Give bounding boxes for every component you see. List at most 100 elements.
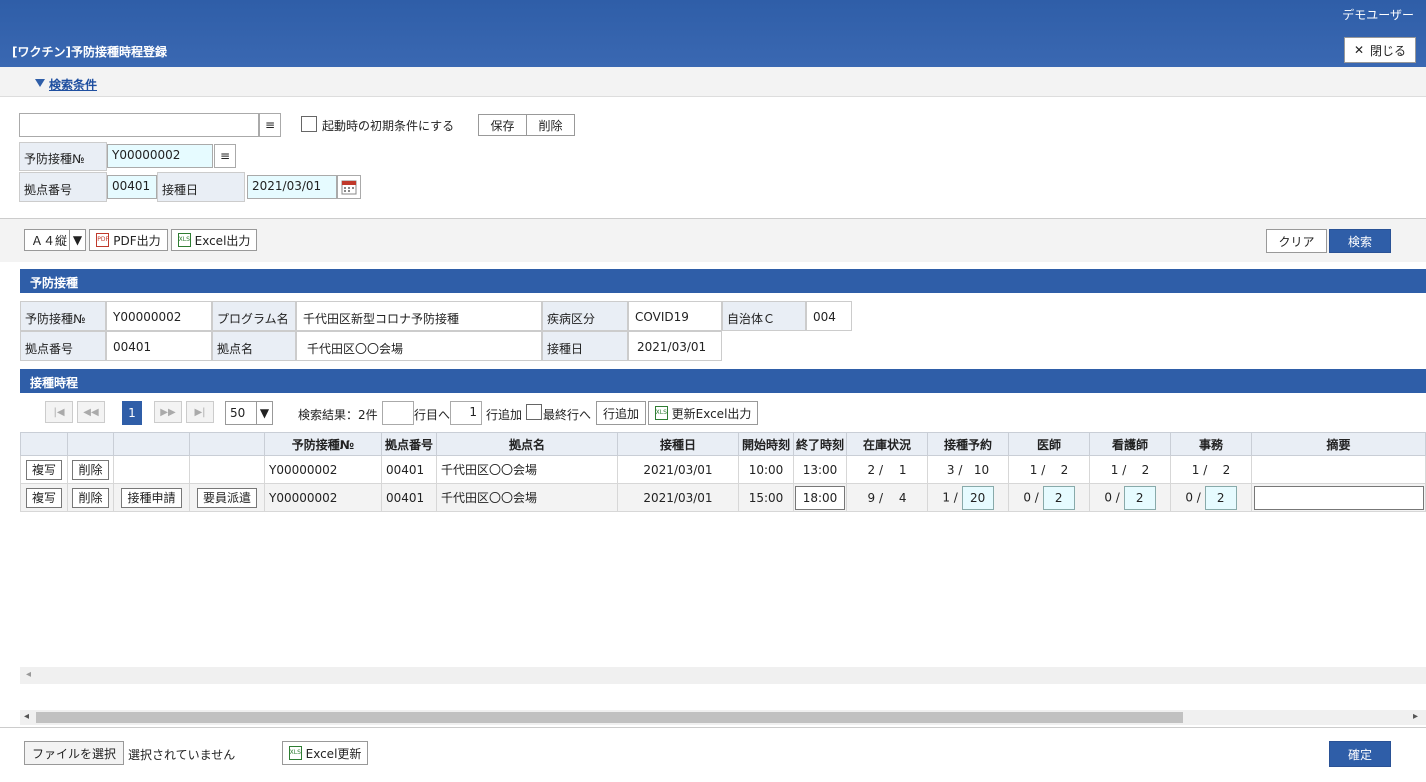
update-excel-button[interactable]: XLS 更新Excel出力: [648, 401, 758, 425]
search-conditions-link[interactable]: 検索条件: [49, 76, 97, 93]
list-icon[interactable]: ≡: [214, 144, 236, 168]
date-label: 接種日: [157, 172, 245, 202]
col-site-no[interactable]: 拠点番号: [381, 432, 437, 456]
delete-row-button[interactable]: 削除: [72, 487, 109, 508]
add-count-label: 行追加: [486, 408, 523, 422]
site-no-input[interactable]: 00401: [107, 175, 157, 199]
search-button[interactable]: 検索: [1329, 229, 1391, 253]
col-office[interactable]: 事務: [1170, 432, 1252, 456]
condition-band: [0, 67, 1426, 97]
last-row-checkbox[interactable]: [526, 404, 542, 420]
cell-nurse: 1 / 2: [1089, 455, 1171, 484]
col-site-name[interactable]: 拠点名: [436, 432, 618, 456]
excel-update-button[interactable]: XLS Excel更新: [282, 741, 368, 765]
copy-button[interactable]: 複写: [25, 487, 62, 508]
result-count: 検索結果：2件: [298, 408, 378, 422]
excel-output-button[interactable]: XLS Excel出力: [171, 229, 257, 251]
table-row: 複写 削除 接種申請 要員派遣 Y00000002 00401 千代田区〇〇会場…: [20, 483, 1426, 512]
s1-site-value: 00401: [106, 331, 212, 361]
col-end[interactable]: 終了時刻: [793, 432, 847, 456]
cell-end: 13:00: [793, 455, 847, 484]
cell-name: 千代田区〇〇会場: [436, 483, 618, 512]
goto-row-label: 行目へ: [414, 408, 451, 422]
pager: |◀ ◀◀: [45, 401, 105, 423]
goto-row-input[interactable]: [382, 401, 414, 425]
pdf-output-button[interactable]: PDF PDF出力: [89, 229, 168, 251]
s1-no-value: Y00000002: [106, 301, 212, 331]
cell-stock: 9 / 4: [846, 483, 928, 512]
scroll-right-icon[interactable]: ▸: [1413, 711, 1418, 722]
next-page-icon[interactable]: ▶▶: [154, 401, 182, 423]
col-start[interactable]: 開始時刻: [738, 432, 794, 456]
cell-office: 1 / 2: [1170, 455, 1252, 484]
col-apply: [113, 432, 190, 456]
paper-size-select[interactable]: Ａ４縦 ▼: [24, 229, 86, 251]
pager-next: ▶▶ ▶|: [154, 401, 214, 423]
cell-date: 2021/03/01: [617, 455, 739, 484]
cell-notes: [1251, 455, 1426, 484]
add-row-button[interactable]: 行追加: [596, 401, 646, 425]
per-page-select[interactable]: 50 ▼: [225, 401, 273, 425]
s1-disease-value: COVID19: [628, 301, 722, 331]
excel-icon: XLS: [654, 406, 668, 420]
add-count-input[interactable]: 1: [450, 401, 482, 425]
delete-row-button[interactable]: 削除: [72, 459, 109, 480]
schedule-table: 予防接種№ 拠点番号 拠点名 接種日 開始時刻 終了時刻 在庫状況 接種予約 医…: [20, 432, 1426, 512]
delete-button[interactable]: 削除: [526, 114, 575, 136]
copy-button[interactable]: 複写: [25, 459, 62, 480]
col-date[interactable]: 接種日: [617, 432, 739, 456]
clear-button[interactable]: クリア: [1266, 229, 1327, 253]
chevron-down-icon: ▼: [256, 402, 272, 424]
inner-scrollbar[interactable]: ◂: [20, 667, 1426, 684]
chevron-down-icon: ▼: [69, 230, 85, 250]
initial-condition-checkbox[interactable]: [301, 116, 317, 132]
preset-input[interactable]: [19, 113, 259, 137]
date-input[interactable]: 2021/03/01: [247, 175, 337, 199]
doctor-input[interactable]: 2: [1042, 485, 1075, 510]
section-vaccination-header: 予防接種: [20, 269, 1426, 293]
initial-condition-label: 起動時の初期条件にする: [322, 119, 455, 133]
s1-sitename-value: 千代田区〇〇会場: [296, 331, 542, 361]
apply-vaccination-button[interactable]: 接種申請: [121, 487, 182, 508]
cell-doctor: 1 / 2: [1008, 455, 1090, 484]
reservation-input[interactable]: 20: [961, 485, 994, 510]
cell-site: 00401: [381, 483, 437, 512]
page-number[interactable]: 1: [122, 401, 142, 425]
col-stock[interactable]: 在庫状況: [846, 432, 928, 456]
notes-input[interactable]: [1253, 485, 1424, 510]
calendar-icon[interactable]: [337, 175, 361, 199]
col-notes[interactable]: 摘要: [1251, 432, 1426, 456]
list-icon[interactable]: ≡: [259, 113, 281, 137]
nurse-input[interactable]: 2: [1123, 485, 1156, 510]
scroll-left-icon[interactable]: ◂: [26, 669, 31, 680]
confirm-button[interactable]: 確定: [1329, 741, 1391, 767]
scroll-left-icon[interactable]: ◂: [24, 711, 29, 722]
s1-municipality-label: 自治体Ｃ: [722, 301, 806, 331]
col-copy: [20, 432, 68, 456]
last-page-icon[interactable]: ▶|: [186, 401, 214, 423]
collapse-triangle-icon[interactable]: [35, 79, 45, 87]
close-button[interactable]: ✕ 閉じる: [1344, 37, 1416, 63]
col-nurse[interactable]: 看護師: [1089, 432, 1171, 456]
prev-page-icon[interactable]: ◀◀: [77, 401, 105, 423]
vaccination-no-input[interactable]: Y00000002: [107, 144, 213, 168]
cell-start: 10:00: [738, 455, 794, 484]
end-time-input[interactable]: 18:00: [795, 485, 845, 510]
scrollbar-thumb[interactable]: [36, 712, 1183, 723]
cell-no: Y00000002: [264, 455, 382, 484]
s1-date-label: 接種日: [542, 331, 628, 361]
office-input[interactable]: 2: [1204, 485, 1237, 510]
file-select-button[interactable]: ファイルを選択: [24, 741, 124, 765]
s1-site-label: 拠点番号: [20, 331, 106, 361]
col-dispatch: [189, 432, 265, 456]
pdf-icon: PDF: [96, 233, 110, 247]
s1-disease-label: 疾病区分: [542, 301, 628, 331]
first-page-icon[interactable]: |◀: [45, 401, 73, 423]
col-doctor[interactable]: 医師: [1008, 432, 1090, 456]
s1-program-value: 千代田区新型コロナ予防接種: [296, 301, 542, 331]
cell-date: 2021/03/01: [617, 483, 739, 512]
save-button[interactable]: 保存: [478, 114, 527, 136]
col-vaccination-no[interactable]: 予防接種№: [264, 432, 382, 456]
col-reservation[interactable]: 接種予約: [927, 432, 1009, 456]
dispatch-staff-button[interactable]: 要員派遣: [196, 487, 257, 508]
